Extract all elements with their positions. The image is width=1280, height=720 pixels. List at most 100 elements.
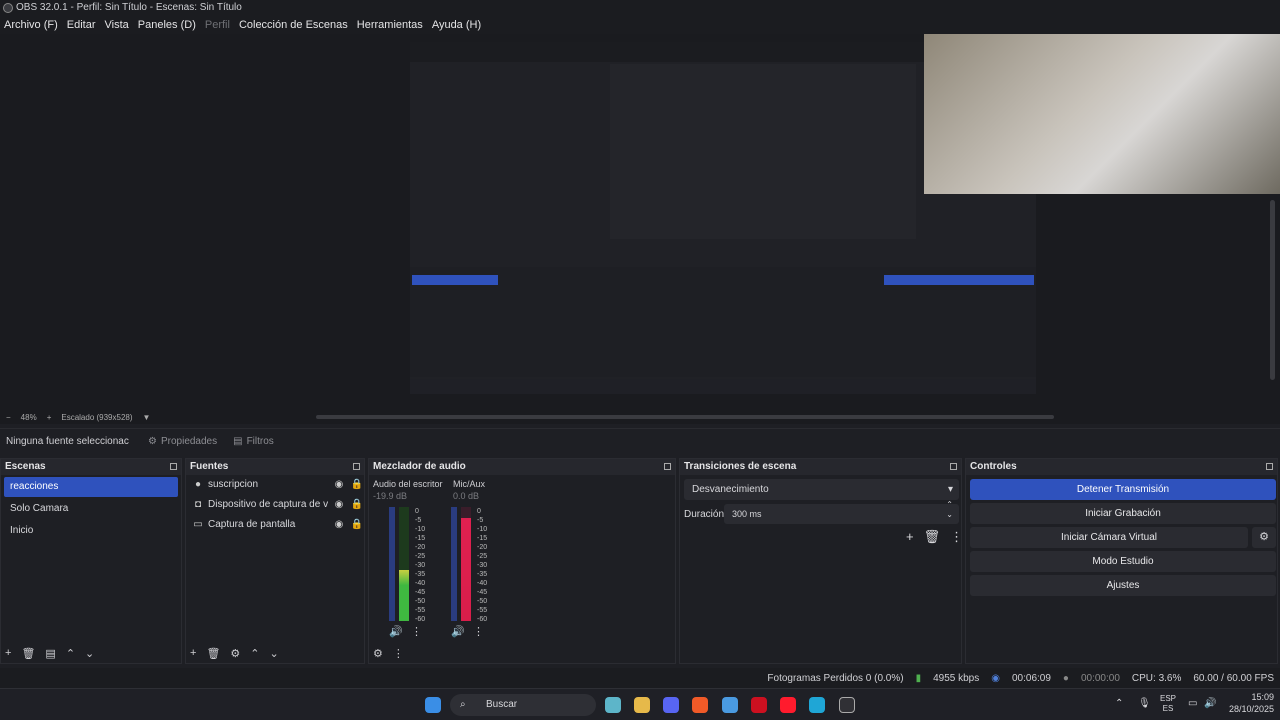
file-explorer-icon[interactable] — [634, 697, 650, 713]
scene-item-solo-camara[interactable]: Solo Camara — [4, 499, 178, 519]
studio-mode-button[interactable]: Modo Estudio — [970, 551, 1276, 572]
scene-item-inicio[interactable]: Inicio — [4, 521, 178, 541]
meter-fill — [461, 518, 471, 621]
meter-tick-label: -30 — [477, 562, 488, 569]
start-virtual-camera-button[interactable]: Iniciar Cámara Virtual — [970, 527, 1248, 548]
stop-stream-button[interactable]: Detener Transmisión — [970, 479, 1276, 500]
start-recording-button[interactable]: Iniciar Grabación — [970, 503, 1276, 524]
undock-icon[interactable] — [1266, 463, 1273, 470]
chevron-up-icon[interactable]: ⌃ — [66, 647, 75, 660]
source-toolbar: Ninguna fuente seleccionac ⚙ Propiedades … — [0, 428, 1280, 454]
properties-button[interactable]: ⚙ Propiedades — [140, 436, 225, 447]
meter-ticks-mic: 0 -5 -10 -15 -20 -25 -30 -35 -40 -45 -50 -55 -60 — [477, 507, 487, 624]
more-icon[interactable]: ⋮ — [393, 647, 404, 660]
chevron-up-icon[interactable]: ⌃ — [250, 647, 259, 660]
taskbar-search[interactable]: ⌕ Buscar — [450, 694, 596, 716]
vertical-scrollbar[interactable] — [1270, 200, 1275, 380]
undock-icon[interactable] — [353, 463, 360, 470]
gear-icon[interactable]: ⚙ — [230, 647, 240, 660]
menu-editar[interactable]: Editar — [67, 19, 96, 31]
more-icon[interactable]: ⋮ — [411, 625, 422, 638]
bitrate: 4955 kbps — [933, 672, 980, 684]
microphone-icon[interactable]: 🎙 — [1138, 698, 1151, 709]
opera-icon[interactable] — [780, 697, 796, 713]
undock-icon[interactable] — [664, 463, 671, 470]
add-icon[interactable]: + — [190, 647, 196, 659]
sources-dock: Fuentes ● suscripcion ◉ 🔒 ◘ Dispositivo … — [185, 458, 365, 664]
more-icon[interactable]: ⋮ — [473, 625, 484, 638]
speaker-icon[interactable]: 🔊 — [389, 625, 403, 638]
opera-gx-icon[interactable] — [751, 697, 767, 713]
clock[interactable]: 15:09 28/10/2025 — [1229, 691, 1274, 715]
scale-dropdown-icon[interactable]: ▼ — [143, 413, 151, 422]
zoom-in-button[interactable]: + — [47, 413, 52, 422]
menu-perfil[interactable]: Perfil — [205, 19, 230, 31]
add-icon[interactable]: + — [5, 647, 11, 659]
eye-icon[interactable]: ◉ — [332, 515, 346, 535]
meter-tick-label: -30 — [415, 562, 426, 569]
menu-ayuda[interactable]: Ayuda (H) — [432, 19, 481, 31]
gear-icon[interactable]: ⚙ — [1252, 527, 1276, 548]
scale-label: Escalado (939x528) — [61, 412, 133, 422]
duration-label: Duración — [684, 509, 725, 520]
volume-slider-desktop[interactable] — [389, 507, 395, 621]
menu-herramientas[interactable]: Herramientas — [357, 19, 423, 31]
filters-button[interactable]: ▤ Filtros — [225, 436, 282, 447]
add-icon[interactable]: + — [906, 529, 914, 545]
obs-icon[interactable] — [839, 697, 855, 713]
nested-preview — [610, 64, 916, 239]
chevron-down-icon[interactable]: ⌄ — [85, 647, 94, 660]
menu-coleccion[interactable]: Colección de Escenas — [239, 19, 348, 31]
lock-icon[interactable]: 🔒 — [350, 515, 364, 535]
network-icon[interactable]: ▭ — [1188, 698, 1197, 709]
trash-icon[interactable]: 🗑 — [924, 529, 941, 545]
mixer-title: Mezclador de audio — [373, 461, 466, 472]
filter-icon[interactable]: ▤ — [45, 647, 55, 660]
discord-icon[interactable] — [663, 697, 679, 713]
mixer-toolbar: ⚙ ⋮ — [369, 643, 675, 663]
trash-icon[interactable]: 🗑 — [21, 647, 35, 660]
chevron-down-icon[interactable]: ⌄ — [270, 647, 279, 660]
trash-icon[interactable]: 🗑 — [206, 647, 220, 660]
meter-tick-label: -15 — [415, 535, 426, 542]
properties-label: Propiedades — [160, 436, 218, 447]
transition-select[interactable]: Desvanecimiento ▾ — [684, 479, 959, 500]
source-row[interactable]: ● suscripcion ◉ 🔒 — [186, 475, 364, 495]
source-row[interactable]: ◘ Dispositivo de captura de vide ◉ 🔒 — [186, 495, 364, 515]
edge-icon[interactable] — [809, 697, 825, 713]
gear-icon[interactable]: ⚙ — [373, 647, 383, 660]
language-indicator[interactable]: ESP ES — [1160, 694, 1176, 714]
spin-icon[interactable]: ⌃ ⌄ — [946, 500, 953, 520]
undock-icon[interactable] — [170, 463, 177, 470]
meter-tick-label: -10 — [477, 526, 488, 533]
volume-icon[interactable]: 🔊 — [1204, 698, 1216, 709]
lock-icon[interactable]: 🔒 — [350, 495, 364, 515]
chrome-icon[interactable] — [722, 697, 738, 713]
eye-icon[interactable]: ◉ — [332, 495, 346, 515]
volume-slider-mic[interactable] — [451, 507, 457, 621]
menu-paneles[interactable]: Paneles (D) — [138, 19, 196, 31]
meter-tick-label: -45 — [415, 589, 426, 596]
zoom-out-button[interactable]: − — [6, 413, 11, 422]
source-row[interactable]: ▭ Captura de pantalla ◉ 🔒 — [186, 515, 364, 535]
horizontal-scrollbar[interactable] — [316, 415, 1054, 419]
transition-value: Desvanecimiento — [692, 484, 769, 495]
menu-archivo[interactable]: Archivo (F) — [4, 19, 58, 31]
speaker-icon[interactable]: 🔊 — [451, 625, 465, 638]
capcut-icon[interactable] — [605, 697, 621, 713]
undock-icon[interactable] — [950, 463, 957, 470]
windows-start-icon[interactable] — [425, 697, 441, 713]
lock-icon[interactable]: 🔒 — [350, 475, 364, 495]
meter-tick-label: -15 — [477, 535, 488, 542]
more-icon[interactable]: ⋮ — [950, 529, 963, 545]
eye-icon[interactable]: ◉ — [332, 475, 346, 495]
duration-input[interactable]: 300 ms ⌃ ⌄ — [724, 500, 959, 524]
mixer-header: Mezclador de audio — [369, 459, 675, 475]
brave-icon[interactable] — [692, 697, 708, 713]
scenes-toolbar: + 🗑 ▤ ⌃ ⌄ — [1, 643, 181, 663]
scene-item-reacciones[interactable]: reacciones — [4, 477, 178, 497]
stream-time: 00:06:09 — [1011, 672, 1051, 684]
menu-vista[interactable]: Vista — [105, 19, 129, 31]
settings-button[interactable]: Ajustes — [970, 575, 1276, 596]
chevron-up-icon[interactable]: ⌃ — [1115, 698, 1123, 709]
